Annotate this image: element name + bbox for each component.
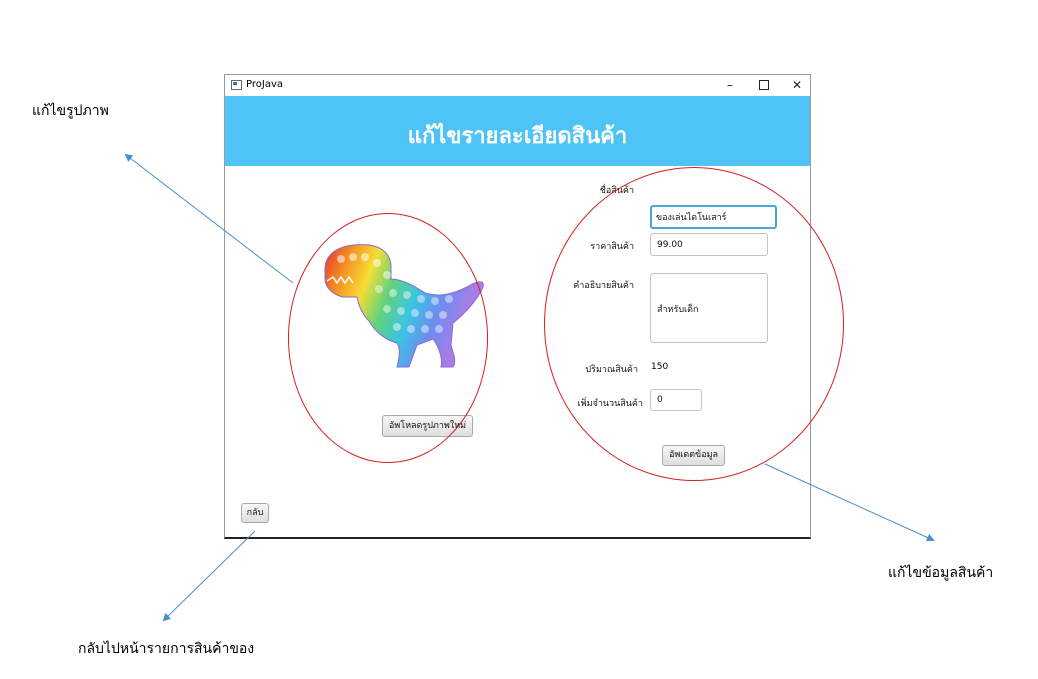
annotation-arrows: [124, 153, 935, 622]
arrow-back: [162, 530, 256, 622]
arrow-edit-info: [764, 463, 935, 542]
arrow-edit-image: [124, 153, 294, 284]
